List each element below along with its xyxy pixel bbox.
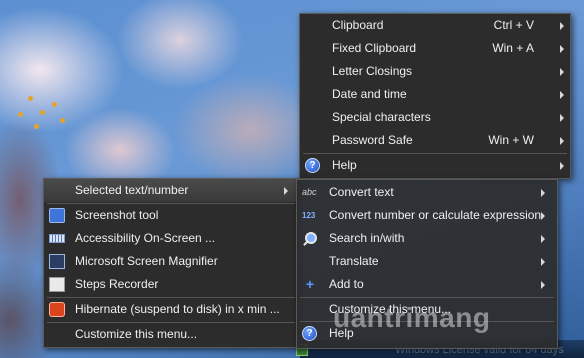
menu-item-label: Accessibility On-Screen ... xyxy=(75,231,216,245)
menu-item-label: Screenshot tool xyxy=(75,208,159,222)
submenu-arrow-icon xyxy=(560,22,564,30)
menu-item-convert-text[interactable]: abc Convert text xyxy=(297,181,557,204)
submenu-arrow-icon xyxy=(560,162,564,170)
menu-item-special-characters[interactable]: Special characters xyxy=(300,106,570,129)
menu-item-label: Convert number or calculate expression xyxy=(329,208,542,222)
submenu-arrow-icon xyxy=(541,189,545,197)
flower-stamen xyxy=(60,118,65,123)
menu-item-label: Clipboard xyxy=(332,18,384,32)
menu-item-label: Letter Closings xyxy=(332,64,413,78)
menu-item-search-in-with[interactable]: Search in/with xyxy=(297,227,557,250)
submenu-arrow-icon xyxy=(541,212,545,220)
menu-item-label: Translate xyxy=(329,254,379,268)
submenu-arrow-icon xyxy=(560,68,564,76)
submenu-arrow-icon xyxy=(541,281,545,289)
flower-stamen xyxy=(34,124,39,129)
submenu-arrow-icon xyxy=(560,45,564,53)
menu-item-screen-magnifier[interactable]: Microsoft Screen Magnifier xyxy=(44,250,298,273)
keyboard-icon xyxy=(49,234,65,243)
flower-stamen xyxy=(40,110,45,115)
menu-item-translate[interactable]: Translate xyxy=(297,250,557,273)
submenu-arrow-icon xyxy=(560,91,564,99)
magnifier-icon xyxy=(49,254,65,269)
menu-item-shortcut: Win + A xyxy=(492,41,534,55)
add-icon: + xyxy=(305,276,315,292)
camera-icon xyxy=(49,208,65,223)
menu-item-clipboard[interactable]: Clipboard Ctrl + V xyxy=(300,14,570,37)
flower-stamen xyxy=(18,112,23,117)
power-icon xyxy=(49,302,65,317)
menu-item-shortcut: Win + W xyxy=(488,133,534,147)
convert-text-icon: abc xyxy=(302,187,317,197)
menu-item-label: Fixed Clipboard xyxy=(332,41,417,55)
menu-item-label: Steps Recorder xyxy=(75,277,159,291)
menu-item-add-to[interactable]: + Add to xyxy=(297,273,557,296)
menu-item-screenshot-tool[interactable]: Screenshot tool xyxy=(44,204,298,227)
menu-item-date-and-time[interactable]: Date and time xyxy=(300,83,570,106)
menu-item-convert-number[interactable]: 123 Convert number or calculate expressi… xyxy=(297,204,557,227)
submenu-arrow-icon xyxy=(560,114,564,122)
flower-stamen xyxy=(28,96,33,101)
watermark-text: uantrimang xyxy=(333,302,491,333)
menu-item-password-safe[interactable]: Password Safe Win + W xyxy=(300,129,570,152)
menu-item-accessibility-on-screen[interactable]: Accessibility On-Screen ... xyxy=(44,227,298,250)
help-icon: ? xyxy=(302,326,317,341)
menu-item-hibernate[interactable]: Hibernate (suspend to disk) in x min ... xyxy=(44,298,298,321)
menu-item-label: Customize this menu... xyxy=(75,327,198,341)
menu-item-selected-text-number[interactable]: Selected text/number xyxy=(44,179,298,202)
menu-item-steps-recorder[interactable]: Steps Recorder xyxy=(44,273,298,296)
main-context-menu: Clipboard Ctrl + V Fixed Clipboard Win +… xyxy=(299,13,571,179)
menu-item-label: Hibernate (suspend to disk) in x min ... xyxy=(75,302,280,316)
menu-item-label: Password Safe xyxy=(332,133,413,147)
menu-item-label: Special characters xyxy=(332,110,431,124)
menu-item-label: Search in/with xyxy=(329,231,405,245)
convert-number-icon: 123 xyxy=(302,211,316,220)
submenu-arrow-icon xyxy=(560,137,564,145)
steps-recorder-icon xyxy=(49,277,65,292)
help-icon: ? xyxy=(305,158,320,173)
submenu-arrow-icon xyxy=(541,235,545,243)
menu-item-label: Date and time xyxy=(332,87,407,101)
menu-item-label: Add to xyxy=(329,277,364,291)
flower-stamen xyxy=(52,102,57,107)
menu-item-label: Microsoft Screen Magnifier xyxy=(75,254,218,268)
submenu-arrow-icon xyxy=(541,258,545,266)
menu-item-label: Convert text xyxy=(329,185,394,199)
menu-item-label: Selected text/number xyxy=(75,183,189,197)
menu-item-shortcut: Ctrl + V xyxy=(493,18,534,32)
menu-item-fixed-clipboard[interactable]: Fixed Clipboard Win + A xyxy=(300,37,570,60)
menu-item-label: Help xyxy=(332,158,357,172)
menu-item-customize-menu[interactable]: Customize this menu... xyxy=(44,323,298,346)
menu-item-letter-closings[interactable]: Letter Closings xyxy=(300,60,570,83)
menu-item-help[interactable]: ? Help xyxy=(300,154,570,177)
search-icon xyxy=(302,231,318,246)
submenu-arrow-icon xyxy=(284,187,288,195)
tools-context-menu: Selected text/number Screenshot tool Acc… xyxy=(43,178,299,348)
